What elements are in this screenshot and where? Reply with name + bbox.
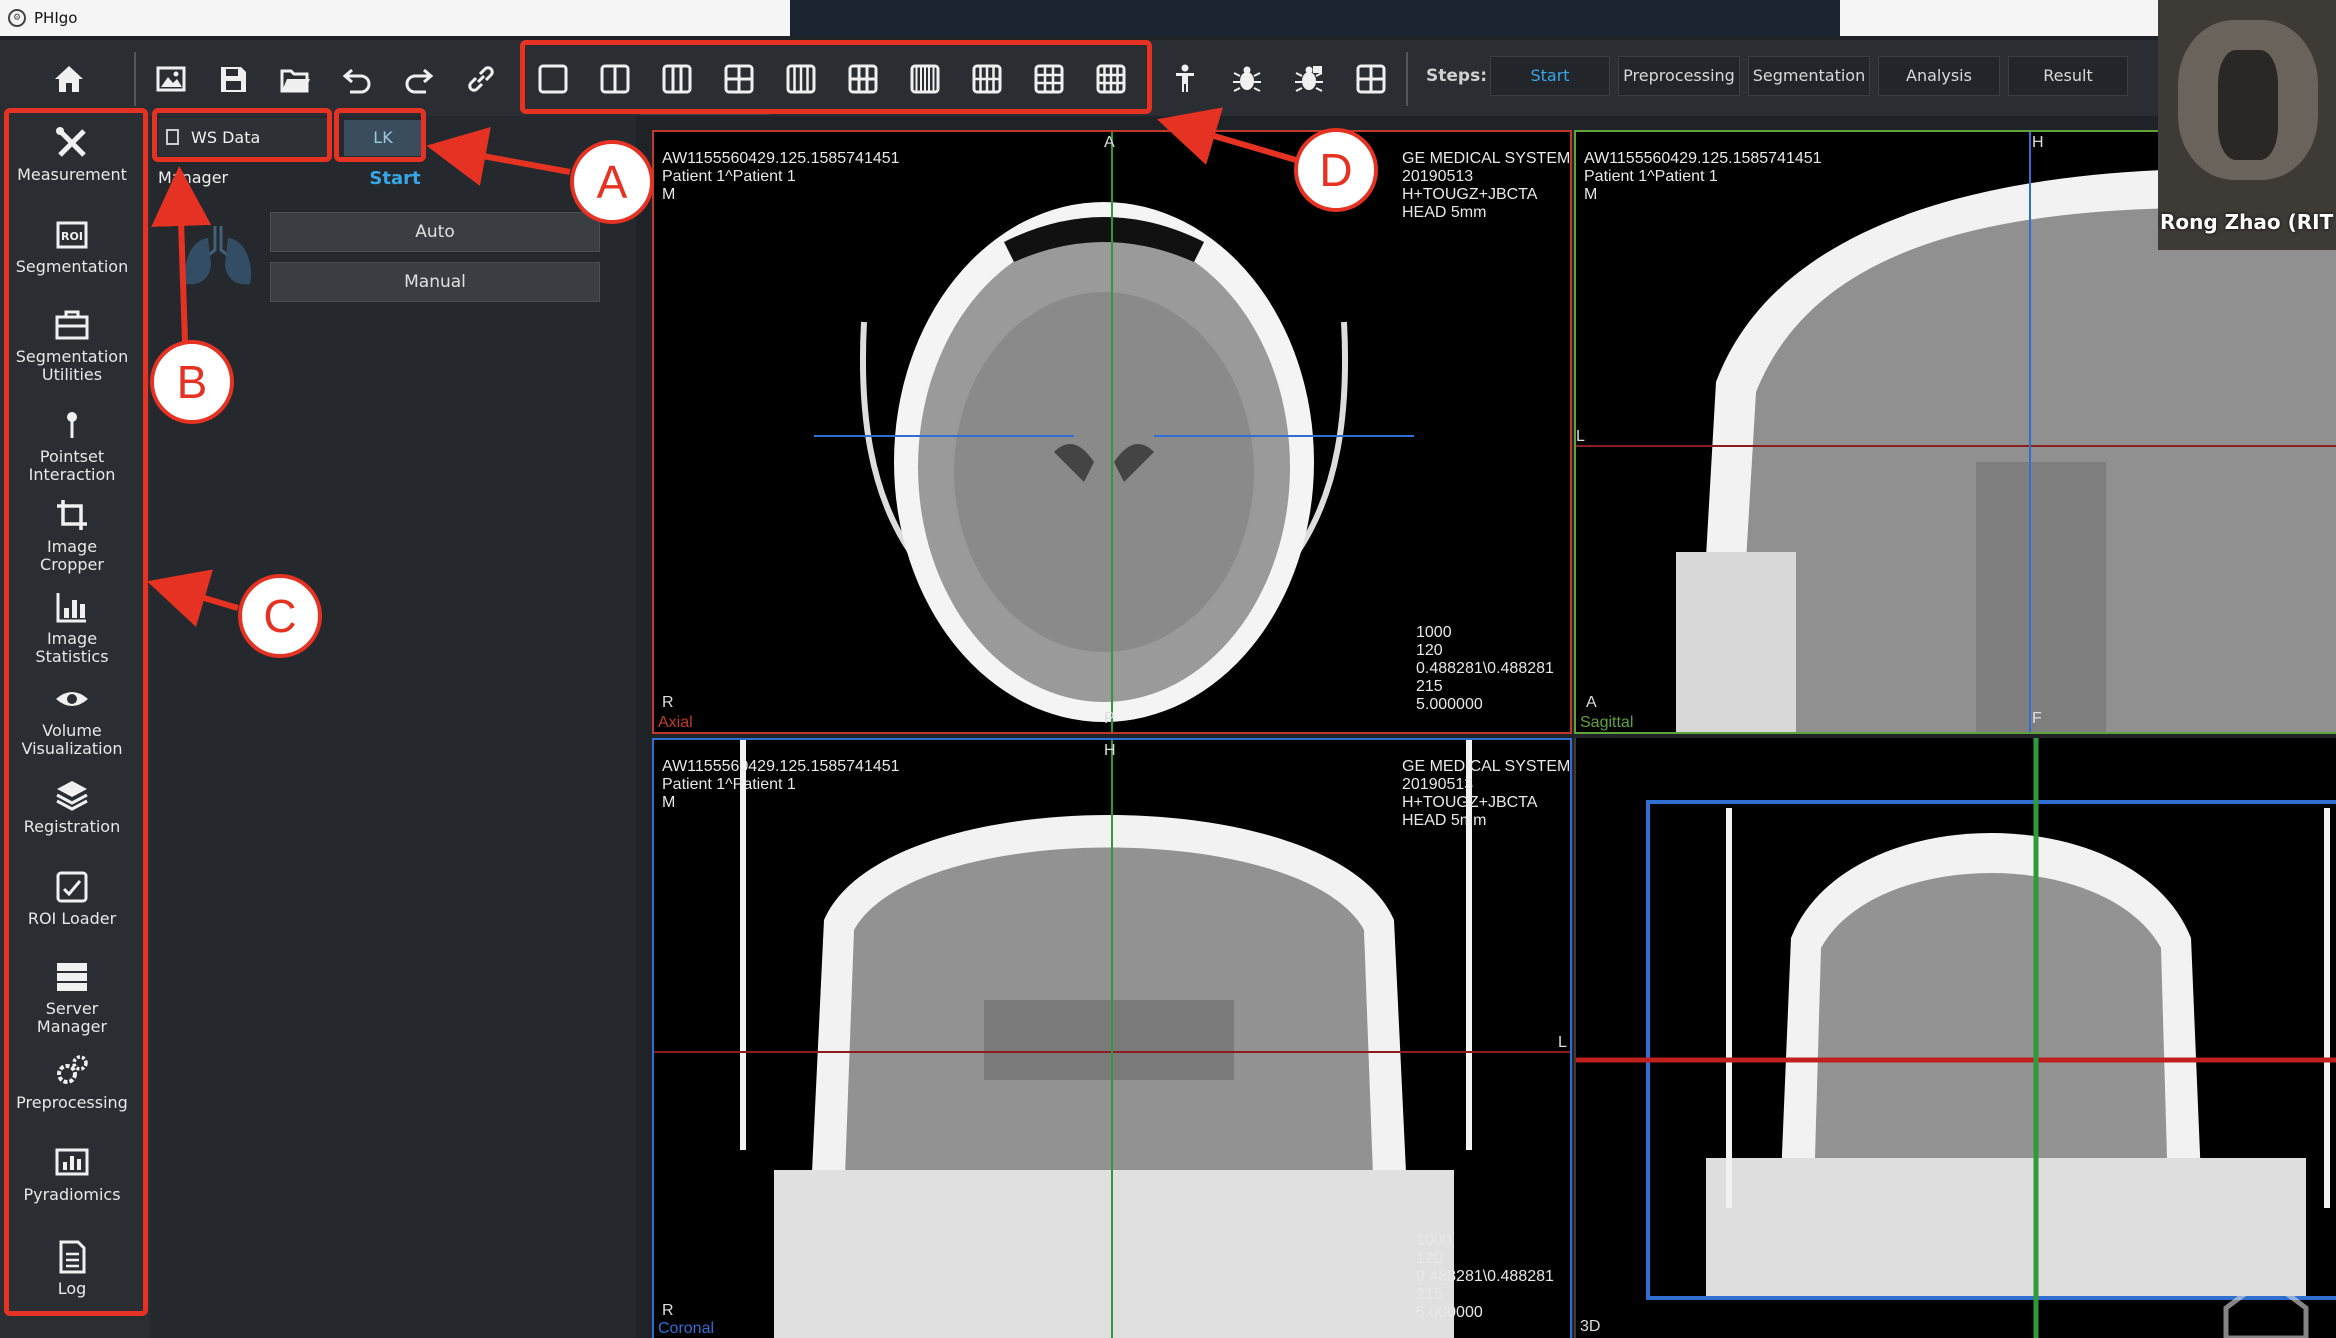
redo-icon[interactable] [398,58,440,100]
step-segmentation-button[interactable]: Segmentation [1748,56,1870,96]
lungs-icon [184,226,252,285]
panel-start-heading: Start [369,168,421,189]
title-bar-right [1840,0,2158,36]
webcam-figure [2218,50,2278,160]
title-bar-left [0,0,790,36]
axial-left-label: R [662,694,674,711]
home-icon[interactable] [48,58,90,100]
open-image-icon[interactable] [150,58,192,100]
axial-scan-params: 1000 120 0.488281\0.488281 215 5.000000 [1416,624,1554,713]
callout-c: C [238,574,322,658]
3d-view-name: 3D [1580,1318,1601,1335]
coronal-top-label: H [1104,742,1116,759]
link-icon[interactable] [460,58,502,100]
bug-left-icon[interactable] [1226,58,1268,100]
coronal-viewer[interactable]: AW1155560429.125.1585741451 Patient 1^Pa… [652,738,1572,1338]
step-analysis-button[interactable]: Analysis [1878,56,2000,96]
axial-top-label: A [1104,134,1115,151]
coronal-view-name: Coronal [658,1320,715,1337]
step-start-button[interactable]: Start [1490,56,1610,96]
auto-button[interactable]: Auto [270,212,600,252]
sagittal-view-name: Sagittal [1580,714,1634,731]
sagittal-patient-info: AW1155560429.125.1585741451 Patient 1^Pa… [1584,150,1822,203]
step-preprocessing-button[interactable]: Preprocessing [1618,56,1740,96]
sagittal-top-label: H [2032,134,2044,151]
coronal-left-label: R [662,1302,674,1319]
sagittal-bottom-label: F [2032,710,2042,727]
toolbar-divider [1406,52,1408,106]
annotation-box-a [334,108,426,162]
callout-d: D [1294,128,1378,212]
step-result-button[interactable]: Result [2008,56,2128,96]
3d-render-image [1576,738,2336,1338]
bug-right-icon[interactable] [1288,58,1330,100]
coronal-patient-info: AW1155560429.125.1585741451 Patient 1^Pa… [662,758,900,811]
axial-scanner-info: GE MEDICAL SYSTEMS 20190513 H+TOUGZ+JBCT… [1402,150,1571,221]
coronal-scanner-info: GE MEDICAL SYSTEMS 20190513 H+TOUGZ+JBCT… [1402,758,1571,829]
callout-a: A [570,140,654,224]
manual-button[interactable]: Manual [270,262,600,302]
annotation-box-b [152,108,332,162]
3d-viewer[interactable]: 3D [1574,738,2336,1338]
undo-icon[interactable] [336,58,378,100]
body-view-icon[interactable] [1164,58,1206,100]
window-title-bar: ⚙ PHIgo [0,0,2336,36]
axial-view-name: Axial [658,714,693,731]
axial-patient-info: AW1155560429.125.1585741451 Patient 1^Pa… [662,150,900,203]
open-folder-icon[interactable] [274,58,316,100]
webcam-participant-name: Rong Zhao (RIT S [2160,210,2336,234]
coronal-scan-params: 1000 120 0.488281\0.488281 215 5.000000 [1416,1232,1554,1321]
sagittal-right-label: L [1576,428,1585,445]
steps-label: Steps: [1426,66,1487,86]
axial-viewer[interactable]: AW1155560429.125.1585741451 Patient 1^Pa… [652,130,1572,734]
annotation-box-c [4,108,148,1316]
sagittal-left-label: A [1586,694,1597,711]
axial-bottom-label: P [1104,710,1115,727]
callout-b: B [150,340,234,424]
save-icon[interactable] [212,58,254,100]
title-bar-middle [790,0,1840,36]
annotation-box-d [520,40,1152,114]
grid-view-icon[interactable] [1350,58,1392,100]
toolbar-divider [134,52,136,106]
window-title: PHIgo [34,9,78,27]
coronal-right-label: L [1558,1034,1567,1051]
app-logo-icon: ⚙ [8,9,26,27]
